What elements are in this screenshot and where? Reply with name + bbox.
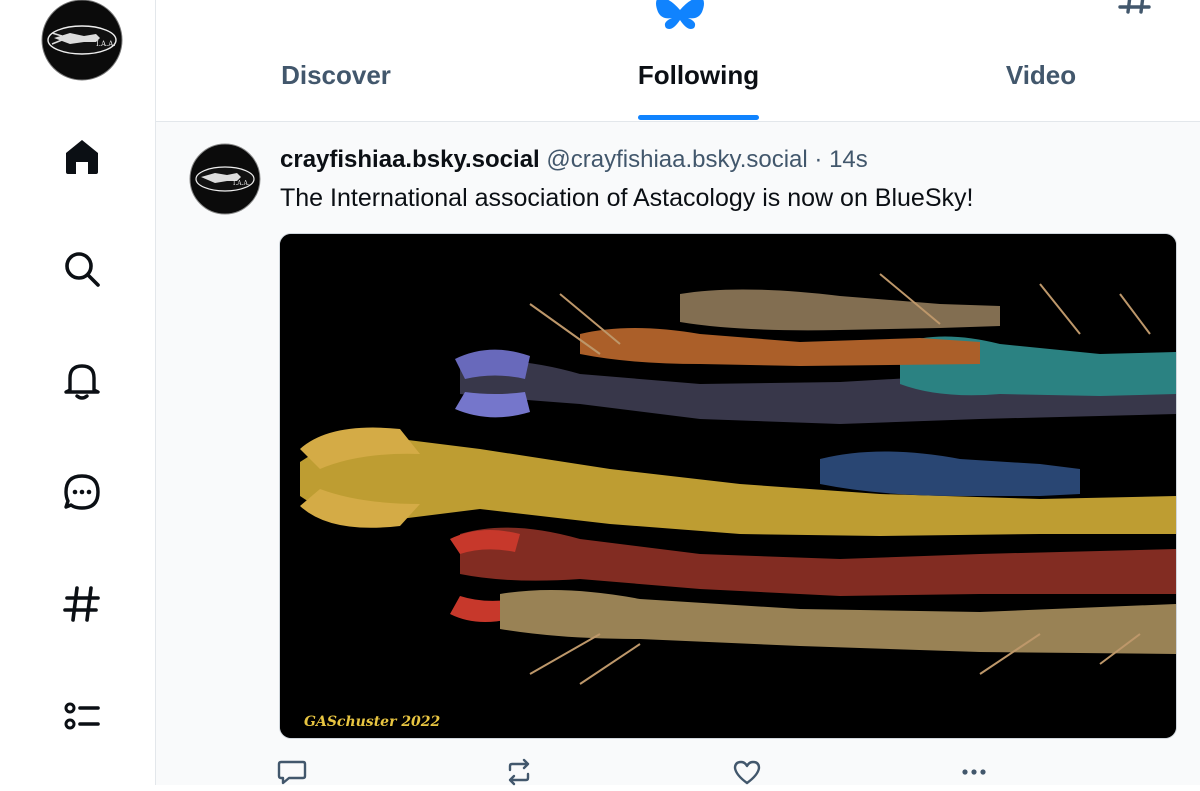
author-display-name[interactable]: crayfishiaa.bsky.social (280, 146, 540, 173)
bluesky-butterfly-icon (656, 0, 704, 29)
author-handle[interactable]: @crayfishiaa.bsky.social (546, 146, 807, 173)
home-icon[interactable] (58, 132, 106, 180)
post-image[interactable]: GASchuster 2022 (279, 233, 1177, 739)
avatar-logo-text: I.A.A. (233, 180, 250, 187)
left-nav-rail: I.A.A. (0, 0, 156, 785)
more-icon[interactable] (959, 758, 989, 786)
post-text: The International association of Astacol… (280, 184, 974, 212)
repost-icon[interactable] (504, 758, 534, 786)
search-icon[interactable] (58, 245, 106, 293)
image-signature: GASchuster 2022 (304, 714, 441, 730)
hashtag-icon[interactable] (58, 580, 106, 628)
list-icon[interactable] (58, 692, 106, 740)
separator: · (814, 146, 823, 173)
logo-text: I.A.A. (96, 40, 116, 48)
like-icon[interactable] (732, 758, 762, 786)
tab-discover[interactable]: Discover (266, 60, 406, 100)
tab-following[interactable]: Following (626, 60, 771, 100)
feed-header: Discover Following Video (156, 0, 1200, 122)
crayfish-collage-image (280, 234, 1176, 738)
bell-icon[interactable] (58, 356, 106, 404)
chat-bubble-icon[interactable] (58, 468, 106, 516)
post-timestamp[interactable]: 14s (829, 146, 868, 173)
reply-icon[interactable] (277, 758, 307, 786)
post-header: crayfishiaa.bsky.social @crayfishiaa.bsk… (280, 146, 868, 174)
hashtag-icon[interactable] (1116, 0, 1156, 26)
active-tab-indicator (638, 115, 759, 120)
feed-post[interactable]: I.A.A. crayfishiaa.bsky.social @crayfish… (156, 122, 1200, 786)
author-avatar[interactable]: I.A.A. (189, 143, 261, 215)
profile-avatar[interactable]: I.A.A. (40, 0, 124, 82)
tab-video[interactable]: Video (986, 60, 1096, 100)
